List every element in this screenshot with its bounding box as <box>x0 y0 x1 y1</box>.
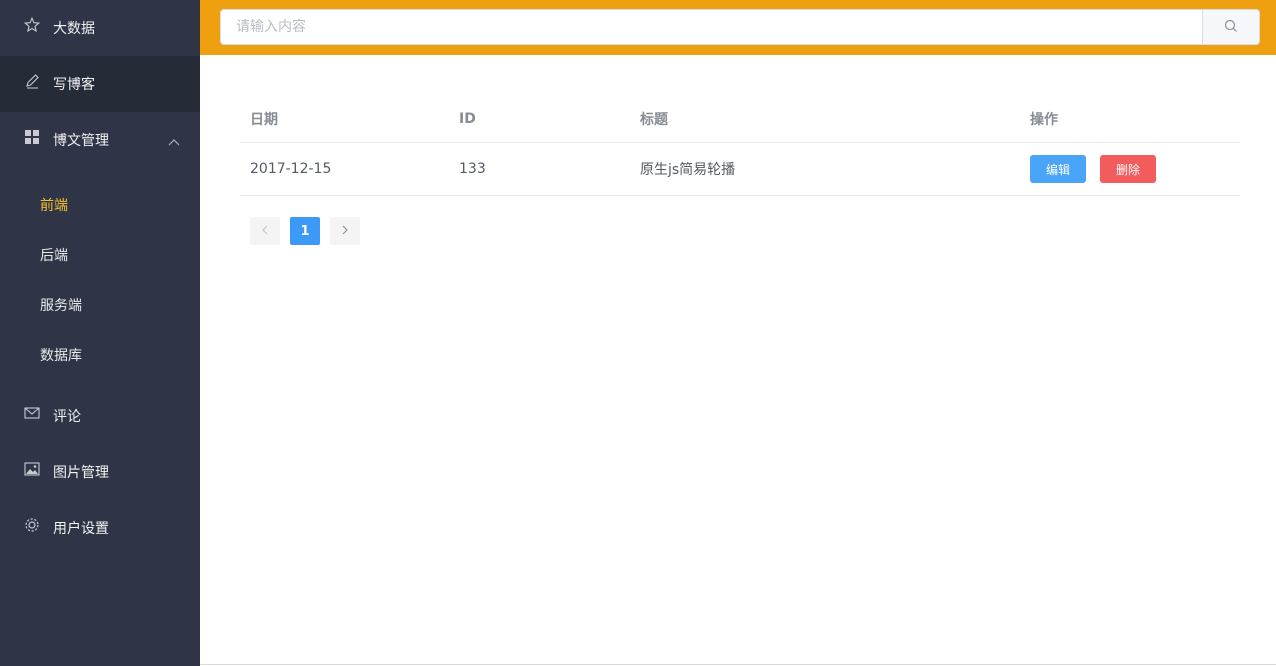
main-content: 日期 ID 标题 操作 2017-12-15 133 原生js简易轮播 编辑 删… <box>200 55 1276 666</box>
page-number-button[interactable]: 1 <box>290 217 320 245</box>
bottom-divider <box>200 664 1276 665</box>
sidebar-item-label: 博文管理 <box>53 133 109 149</box>
sidebar-item-label: 写博客 <box>53 77 95 93</box>
sidebar-item-comments[interactable]: 评论 <box>0 388 200 444</box>
sidebar-item-label: 大数据 <box>53 21 95 37</box>
post-management-submenu: 前端 后端 服务端 数据库 <box>0 168 200 388</box>
column-header-id: ID <box>459 110 476 127</box>
gear-icon <box>24 517 40 533</box>
chevron-left-icon <box>261 224 269 239</box>
submenu-item-backend[interactable]: 后端 <box>0 230 200 280</box>
edit-button[interactable]: 编辑 <box>1030 155 1086 183</box>
pagination: 1 <box>250 217 370 245</box>
chevron-up-icon[interactable] <box>168 134 180 150</box>
cell-date: 2017-12-15 <box>250 161 332 177</box>
cell-id: 133 <box>459 161 486 177</box>
sidebar-item-label: 图片管理 <box>53 465 109 481</box>
star-icon <box>24 17 40 33</box>
header-bar <box>200 0 1276 55</box>
search-icon <box>1224 18 1238 37</box>
mail-icon <box>24 405 40 421</box>
sidebar: 大数据 写博客 博文管理 前端 后端 服务端 数据库 评论 图片管理 用户设置 <box>0 0 200 666</box>
column-header-date: 日期 <box>250 111 278 128</box>
grid-icon <box>24 129 40 145</box>
picture-icon <box>24 461 40 477</box>
posts-table: 日期 ID 标题 操作 2017-12-15 133 原生js简易轮播 编辑 删… <box>240 95 1240 196</box>
table-header: 日期 ID 标题 操作 <box>240 95 1240 143</box>
sidebar-item-label: 用户设置 <box>53 521 109 537</box>
delete-button[interactable]: 删除 <box>1100 155 1156 183</box>
prev-page-button[interactable] <box>250 217 280 245</box>
search-button[interactable] <box>1202 10 1259 44</box>
column-header-actions: 操作 <box>1030 111 1058 128</box>
sidebar-item-big-data[interactable]: 大数据 <box>0 0 200 56</box>
sidebar-item-image-management[interactable]: 图片管理 <box>0 444 200 500</box>
sidebar-item-write-blog[interactable]: 写博客 <box>0 56 200 112</box>
search-box <box>220 9 1260 45</box>
chevron-right-icon <box>341 224 349 239</box>
sidebar-item-user-settings[interactable]: 用户设置 <box>0 500 200 556</box>
sidebar-item-post-management[interactable]: 博文管理 <box>0 112 200 168</box>
submenu-item-server[interactable]: 服务端 <box>0 280 200 330</box>
submenu-item-frontend[interactable]: 前端 <box>0 180 200 230</box>
pencil-icon <box>24 73 40 89</box>
cell-actions: 编辑 删除 <box>1020 155 1240 183</box>
search-input[interactable] <box>221 10 1202 44</box>
cell-title: 原生js简易轮播 <box>640 162 736 178</box>
table-row: 2017-12-15 133 原生js简易轮播 编辑 删除 <box>240 143 1240 196</box>
column-header-title: 标题 <box>640 111 668 128</box>
sidebar-item-label: 评论 <box>53 409 81 425</box>
next-page-button[interactable] <box>330 217 360 245</box>
submenu-item-database[interactable]: 数据库 <box>0 330 200 380</box>
